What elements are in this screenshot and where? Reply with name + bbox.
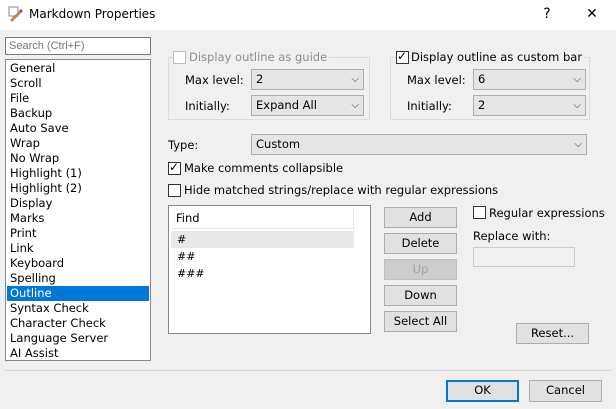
chevron-down-icon: ⌵ [573, 100, 581, 111]
category-list: General Scroll File Backup Auto Save Wra… [5, 59, 151, 361]
ok-button[interactable]: OK [446, 380, 519, 402]
cancel-button[interactable]: Cancel [529, 380, 602, 402]
chevron-down-icon: ⌵ [351, 100, 359, 111]
title-bar: Markdown Properties ? ✕ [0, 0, 616, 30]
bar-max-level-select[interactable]: 6 ⌵ [473, 69, 586, 90]
up-button[interactable]: Up [384, 259, 457, 280]
select-all-button[interactable]: Select All [384, 311, 457, 332]
bar-initially-select[interactable]: 2 ⌵ [473, 95, 586, 116]
category-item-syntax-check[interactable]: Syntax Check [7, 301, 149, 316]
outline-guide-checkbox[interactable] [173, 51, 186, 64]
category-item-character-check[interactable]: Character Check [7, 316, 149, 331]
help-icon[interactable]: ? [536, 4, 558, 24]
category-item-backup[interactable]: Backup [7, 106, 149, 121]
find-column-header[interactable]: Find [171, 208, 354, 229]
bar-initially-value: 2 [478, 98, 486, 112]
category-item-scroll[interactable]: Scroll [7, 76, 149, 91]
down-button[interactable]: Down [384, 285, 457, 306]
close-icon[interactable]: ✕ [581, 4, 603, 24]
chevron-down-icon: ⌵ [351, 74, 359, 85]
category-item-keyboard[interactable]: Keyboard [7, 256, 149, 271]
collapsible-checkbox[interactable] [168, 160, 181, 175]
type-select[interactable]: Custom ⌵ [251, 134, 587, 155]
guide-max-level-value: 2 [256, 72, 264, 86]
outline-bar-checkbox[interactable] [396, 49, 409, 64]
category-item-auto-save[interactable]: Auto Save [7, 121, 149, 136]
category-item-link[interactable]: Link [7, 241, 149, 256]
window-title: Markdown Properties [29, 7, 156, 21]
type-label: Type: [168, 138, 199, 152]
chevron-down-icon: ⌵ [573, 74, 581, 85]
guide-initially-value: Expand All [256, 98, 317, 112]
category-item-spelling[interactable]: Spelling [7, 271, 149, 286]
regex-label: Regular expressions [489, 206, 605, 220]
column-divider [353, 208, 354, 229]
hide-matched-label: Hide matched strings/replace with regula… [184, 183, 499, 197]
type-value: Custom [256, 137, 301, 151]
category-item-display[interactable]: Display [7, 196, 149, 211]
category-item-general[interactable]: General [7, 61, 149, 76]
reset-button[interactable]: Reset... [516, 323, 589, 344]
guide-initially-label: Initially: [185, 99, 230, 113]
hide-matched-checkbox[interactable] [168, 184, 181, 197]
chevron-down-icon: ⌵ [574, 139, 582, 150]
guide-initially-select[interactable]: Expand All ⌵ [251, 95, 364, 116]
bar-initially-label: Initially: [407, 99, 452, 113]
guide-max-level-select[interactable]: 2 ⌵ [251, 69, 364, 90]
delete-button[interactable]: Delete [384, 233, 457, 254]
list-item[interactable]: # [171, 231, 354, 248]
outline-guide-label: Display outline as guide [189, 50, 330, 64]
category-item-ai-assist[interactable]: AI Assist [7, 346, 149, 361]
app-icon [8, 6, 23, 22]
category-item-outline[interactable]: Outline [7, 286, 149, 301]
footer-divider [5, 370, 611, 371]
category-item-file[interactable]: File [7, 91, 149, 106]
bar-max-level-label: Max level: [407, 73, 466, 87]
list-item[interactable]: ### [171, 265, 354, 282]
replace-with-label: Replace with: [473, 229, 551, 243]
guide-max-level-label: Max level: [185, 73, 244, 87]
category-item-highlight-2[interactable]: Highlight (2) [7, 181, 149, 196]
search-input[interactable] [5, 37, 151, 55]
category-item-wrap[interactable]: Wrap [7, 136, 149, 151]
category-item-no-wrap[interactable]: No Wrap [7, 151, 149, 166]
bar-max-level-value: 6 [478, 72, 486, 86]
list-item[interactable]: ## [171, 248, 354, 265]
find-list[interactable]: Find # ## ### [168, 205, 371, 334]
regex-checkbox[interactable] [473, 206, 486, 219]
collapsible-label: Make comments collapsible [184, 161, 344, 175]
outline-bar-label: Display outline as custom bar [411, 50, 585, 64]
add-button[interactable]: Add [384, 207, 457, 228]
category-item-print[interactable]: Print [7, 226, 149, 241]
replace-with-input[interactable] [473, 247, 575, 267]
category-item-marks[interactable]: Marks [7, 211, 149, 226]
category-item-highlight-1[interactable]: Highlight (1) [7, 166, 149, 181]
category-item-language-server[interactable]: Language Server [7, 331, 149, 346]
